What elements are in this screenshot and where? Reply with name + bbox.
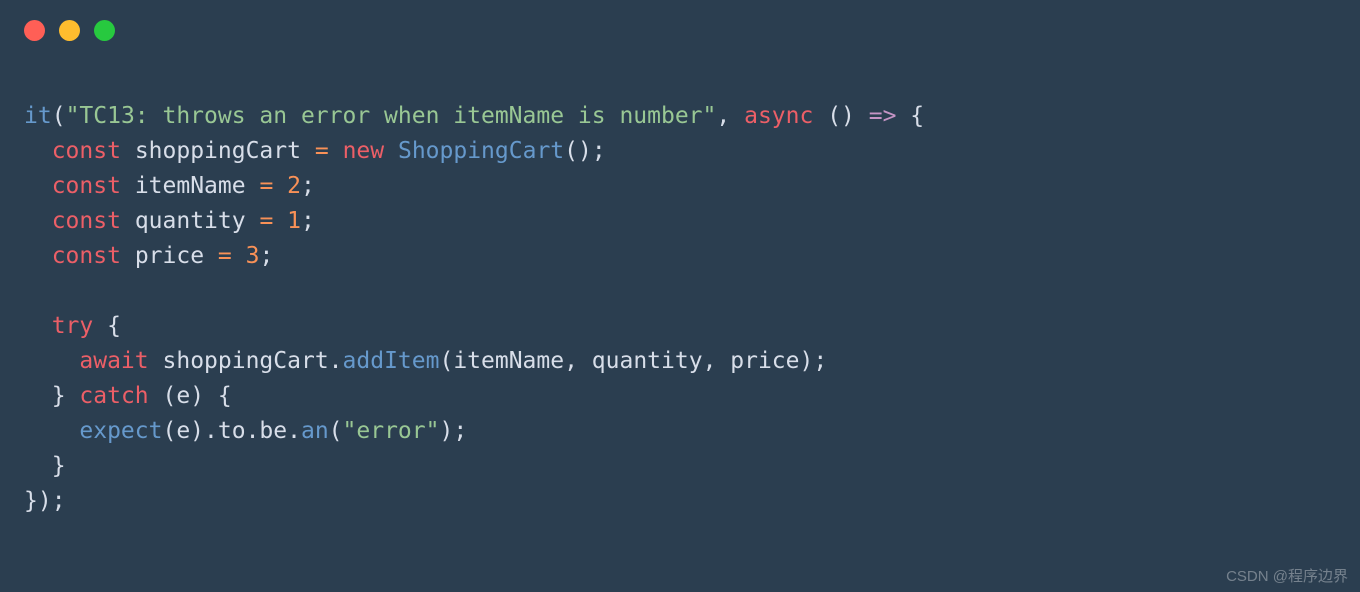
- token-sp: [121, 208, 135, 234]
- token-keyword-new: new: [343, 138, 385, 164]
- token-indent: [24, 383, 52, 409]
- token-punct: ();: [564, 138, 606, 164]
- token-indent: [24, 208, 52, 234]
- maximize-dot-icon[interactable]: [94, 20, 115, 41]
- token-keyword-const: const: [52, 208, 121, 234]
- token-sp: [149, 383, 163, 409]
- token-func-it: it: [24, 103, 52, 129]
- token-arrow: =>: [869, 103, 897, 129]
- token-punct: ;: [260, 243, 274, 269]
- token-ident: quantity: [135, 208, 246, 234]
- token-brace: {: [107, 313, 121, 339]
- token-func-an: an: [301, 418, 329, 444]
- token-punct: {: [896, 103, 924, 129]
- token-sp: [232, 243, 246, 269]
- token-punct: ;: [301, 208, 315, 234]
- token-ident: price: [135, 243, 204, 269]
- token-indent: [24, 243, 52, 269]
- token-brace: }: [52, 453, 66, 479]
- token-keyword-catch: catch: [79, 383, 148, 409]
- minimize-dot-icon[interactable]: [59, 20, 80, 41]
- token-indent: [24, 173, 52, 199]
- token-sp: [329, 138, 343, 164]
- token-keyword-const: const: [52, 173, 121, 199]
- token-brace: }: [52, 383, 66, 409]
- token-close: });: [24, 488, 66, 514]
- token-ident: shoppingCart: [135, 138, 301, 164]
- close-dot-icon[interactable]: [24, 20, 45, 41]
- token-ident: shoppingCart: [163, 348, 329, 374]
- token-eq: =: [259, 208, 273, 234]
- token-string: "TC13: throws an error when itemName is …: [66, 103, 717, 129]
- token-punct: ;: [301, 173, 315, 199]
- token-punct: (): [813, 103, 868, 129]
- token-sp: [121, 138, 135, 164]
- token-indent: [24, 418, 79, 444]
- token-indent: [24, 138, 52, 164]
- token-number: 3: [246, 243, 260, 269]
- token-keyword-try: try: [52, 313, 94, 339]
- token-keyword-await: await: [79, 348, 148, 374]
- token-keyword-async: async: [744, 103, 813, 129]
- token-paren: (e) {: [163, 383, 232, 409]
- token-sp: [66, 383, 80, 409]
- window-titlebar: [0, 0, 1360, 51]
- watermark-label: CSDN @程序边界: [1226, 565, 1348, 586]
- token-sp: [301, 138, 315, 164]
- token-indent: [24, 453, 52, 479]
- token-dot: .: [329, 348, 343, 374]
- token-args: (e).to.be.: [162, 418, 300, 444]
- token-sp: [121, 173, 135, 199]
- token-args: (itemName, quantity, price);: [439, 348, 827, 374]
- token-sp: [273, 173, 287, 199]
- token-indent: [24, 348, 79, 374]
- token-class: ShoppingCart: [398, 138, 564, 164]
- token-keyword-const: const: [52, 138, 121, 164]
- token-keyword-const: const: [52, 243, 121, 269]
- token-sp: [204, 243, 218, 269]
- token-punct: );: [439, 418, 467, 444]
- token-sp: [121, 243, 135, 269]
- token-eq: =: [259, 173, 273, 199]
- token-sp: [149, 348, 163, 374]
- token-sp: [93, 313, 107, 339]
- token-sp: [246, 173, 260, 199]
- token-sp: [273, 208, 287, 234]
- token-func-expect: expect: [79, 418, 162, 444]
- token-indent: [24, 313, 52, 339]
- token-eq: =: [315, 138, 329, 164]
- token-method: addItem: [343, 348, 440, 374]
- token-punct: ,: [716, 103, 744, 129]
- token-sp: [246, 208, 260, 234]
- token-sp: [384, 138, 398, 164]
- token-ident: itemName: [135, 173, 246, 199]
- token-eq: =: [218, 243, 232, 269]
- token-punct: (: [52, 103, 66, 129]
- token-punct: (: [329, 418, 343, 444]
- token-number: 2: [287, 173, 301, 199]
- code-block: it("TC13: throws an error when itemName …: [0, 51, 1360, 519]
- code-window: it("TC13: throws an error when itemName …: [0, 0, 1360, 592]
- token-number: 1: [287, 208, 301, 234]
- token-string: "error": [343, 418, 440, 444]
